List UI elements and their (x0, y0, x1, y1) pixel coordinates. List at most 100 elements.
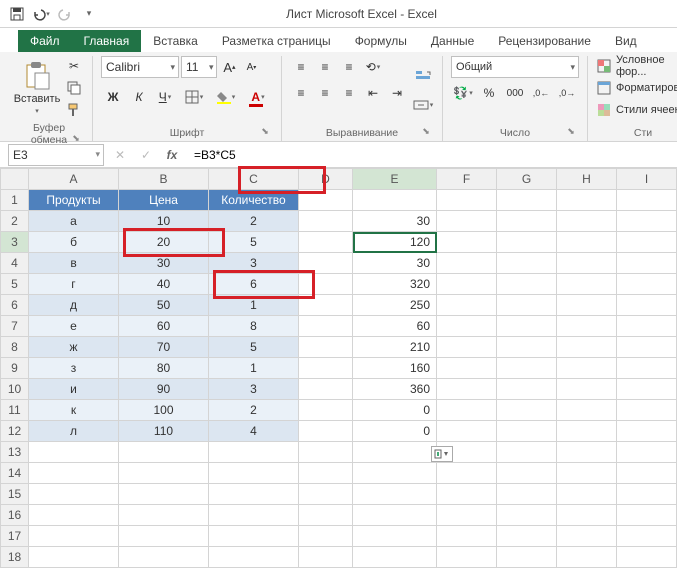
font-size-select[interactable]: 11 (181, 56, 217, 78)
cell[interactable]: 60 (119, 316, 209, 337)
copy-icon[interactable] (64, 78, 84, 98)
cell[interactable] (617, 190, 677, 211)
cell[interactable] (617, 274, 677, 295)
cell[interactable]: 30 (119, 253, 209, 274)
cell[interactable] (119, 484, 209, 505)
cell[interactable] (29, 484, 119, 505)
tab-insert[interactable]: Вставка (141, 30, 210, 52)
align-bottom-icon[interactable]: ≡ (338, 56, 360, 78)
cell-styles-button[interactable]: Стили ячеек▾ (596, 100, 677, 120)
cell[interactable] (617, 526, 677, 547)
save-icon[interactable] (6, 3, 28, 25)
cell[interactable] (497, 547, 557, 568)
row-header[interactable]: 10 (1, 379, 29, 400)
cell[interactable] (29, 505, 119, 526)
cell[interactable] (437, 337, 497, 358)
font-color-button[interactable]: A (243, 86, 273, 108)
cell[interactable] (617, 463, 677, 484)
cell[interactable] (497, 400, 557, 421)
cell[interactable] (29, 442, 119, 463)
cell[interactable]: 60 (353, 316, 437, 337)
row-header[interactable]: 2 (1, 211, 29, 232)
inc-decimal-icon[interactable]: ,0← (529, 82, 553, 104)
col-header-H[interactable]: H (557, 169, 617, 190)
row-header[interactable]: 9 (1, 358, 29, 379)
cell[interactable]: к (29, 400, 119, 421)
cell[interactable] (497, 421, 557, 442)
cell[interactable] (497, 442, 557, 463)
tab-file[interactable]: Файл (18, 30, 72, 52)
cell[interactable]: 1 (209, 295, 299, 316)
row-header[interactable]: 16 (1, 505, 29, 526)
cell[interactable]: 100 (119, 400, 209, 421)
cell[interactable] (209, 463, 299, 484)
cell[interactable] (557, 421, 617, 442)
cell[interactable]: 80 (119, 358, 209, 379)
cell[interactable] (557, 295, 617, 316)
cell[interactable] (299, 190, 353, 211)
cell[interactable]: 70 (119, 337, 209, 358)
row-header[interactable]: 11 (1, 400, 29, 421)
cell[interactable]: г (29, 274, 119, 295)
cell[interactable] (299, 232, 353, 253)
cell[interactable] (557, 526, 617, 547)
cell[interactable]: б (29, 232, 119, 253)
cell[interactable]: и (29, 379, 119, 400)
orientation-icon[interactable]: ⟲ (362, 56, 384, 78)
cell[interactable] (353, 526, 437, 547)
cell[interactable] (437, 547, 497, 568)
cell[interactable] (353, 442, 437, 463)
cell[interactable] (299, 442, 353, 463)
cell[interactable] (617, 421, 677, 442)
cell[interactable] (119, 547, 209, 568)
cell[interactable] (119, 526, 209, 547)
spreadsheet[interactable]: A B C D E F G H I 1 Продукты Цена Количе… (0, 168, 677, 568)
italic-button[interactable]: К (127, 86, 151, 108)
align-expand-icon[interactable]: ⬊ (420, 126, 432, 138)
cell[interactable] (557, 379, 617, 400)
dec-decimal-icon[interactable]: ,0→ (555, 82, 579, 104)
format-painter-icon[interactable] (64, 100, 84, 120)
qat-dropdown-icon[interactable]: ▾ (78, 3, 100, 25)
cell[interactable] (497, 463, 557, 484)
paste-button[interactable]: Вставить ▾ (14, 56, 60, 120)
cell[interactable]: 1 (209, 358, 299, 379)
align-top-icon[interactable]: ≡ (290, 56, 312, 78)
cell[interactable] (437, 253, 497, 274)
cell[interactable] (353, 484, 437, 505)
cell[interactable]: в (29, 253, 119, 274)
cell[interactable] (209, 547, 299, 568)
cell[interactable] (209, 505, 299, 526)
tab-home[interactable]: Главная (72, 30, 142, 52)
cell[interactable] (437, 274, 497, 295)
cell[interactable]: з (29, 358, 119, 379)
cell[interactable] (557, 484, 617, 505)
cell[interactable] (299, 358, 353, 379)
cell[interactable] (299, 211, 353, 232)
row-header[interactable]: 3 (1, 232, 29, 253)
cell[interactable] (299, 526, 353, 547)
row-header[interactable]: 1 (1, 190, 29, 211)
col-header-I[interactable]: I (617, 169, 677, 190)
cell[interactable] (299, 463, 353, 484)
currency-icon[interactable]: 💱 (451, 82, 475, 104)
cell[interactable]: 3 (209, 379, 299, 400)
cell[interactable] (557, 190, 617, 211)
indent-dec-icon[interactable]: ⇤ (362, 82, 384, 104)
redo-icon[interactable] (54, 3, 76, 25)
cell[interactable]: 30 (353, 211, 437, 232)
cell[interactable] (437, 505, 497, 526)
col-header-F[interactable]: F (437, 169, 497, 190)
row-header[interactable]: 15 (1, 484, 29, 505)
cell[interactable] (119, 505, 209, 526)
comma-icon[interactable]: 000 (503, 82, 527, 104)
percent-icon[interactable]: % (477, 82, 501, 104)
cell[interactable] (437, 379, 497, 400)
cell[interactable] (497, 211, 557, 232)
cell[interactable] (437, 400, 497, 421)
align-left-icon[interactable]: ≡ (290, 82, 312, 104)
cell[interactable] (557, 337, 617, 358)
formula-input[interactable] (188, 144, 677, 166)
cell-B3[interactable]: 20 (119, 232, 209, 253)
cell[interactable] (437, 316, 497, 337)
